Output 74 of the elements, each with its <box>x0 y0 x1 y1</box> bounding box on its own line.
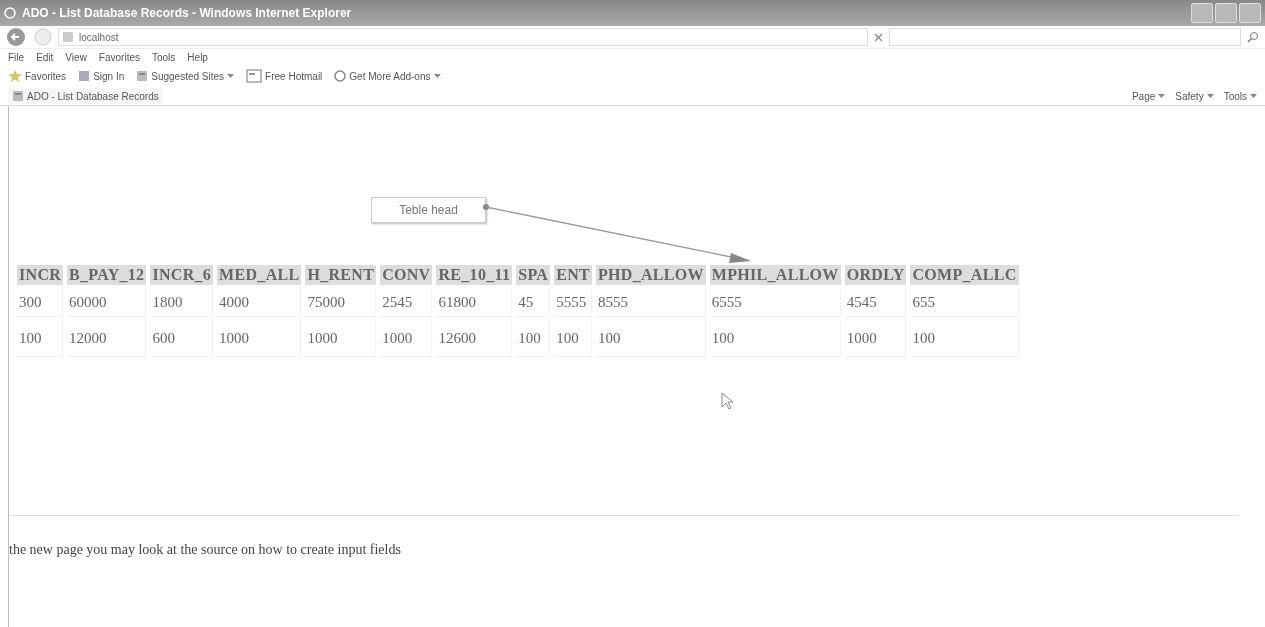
favorites-item[interactable]: Suggested Sites <box>136 70 235 82</box>
menu-item[interactable]: Help <box>187 51 208 63</box>
menu-item[interactable]: Tools <box>152 51 176 63</box>
page-icon <box>12 90 24 102</box>
table-cell: 1000 <box>305 320 377 357</box>
table-cell: 100 <box>554 320 592 357</box>
page-icon <box>63 32 73 42</box>
table-cell: 45 <box>516 288 551 317</box>
cursor-icon <box>721 392 733 410</box>
caret-icon <box>1250 94 1257 98</box>
page-icon <box>246 69 263 83</box>
table-cell: 1800 <box>150 288 214 317</box>
table-cell: 300 <box>17 288 64 317</box>
column-header: ENT <box>554 265 592 285</box>
table-cell: 100 <box>516 320 551 357</box>
table-cell: 60000 <box>67 288 147 317</box>
column-header: SPA <box>516 265 551 285</box>
column-header: MED_ALL <box>217 265 302 285</box>
table-cell: 1000 <box>844 320 907 357</box>
menu-item[interactable]: View <box>65 51 87 63</box>
callout-label: Teble head <box>371 197 486 223</box>
address-field[interactable]: localhost <box>58 28 868 46</box>
table-cell: 1000 <box>380 320 433 357</box>
caret-icon <box>433 74 441 78</box>
table-cell: 2545 <box>380 288 433 317</box>
favorites-item[interactable]: Free Hotmail <box>246 69 323 83</box>
table-cell: 5555 <box>554 288 592 317</box>
command-menu[interactable]: Safety <box>1175 90 1214 102</box>
caret-icon <box>1158 94 1166 98</box>
page-text: the new page you may look at the source on how to create input fields <box>9 542 401 558</box>
search-field[interactable] <box>889 28 1241 46</box>
table-cell: 12000 <box>67 320 147 357</box>
favorites-item[interactable]: Favorites <box>8 70 67 82</box>
table-cell: 655 <box>910 288 1019 317</box>
table-cell: 100 <box>595 320 706 357</box>
table-cell: 600 <box>150 320 214 357</box>
menu-item[interactable]: File <box>8 51 25 63</box>
command-menu[interactable]: Tools <box>1223 90 1257 102</box>
table-cell: 6555 <box>709 288 841 317</box>
favorites-item[interactable]: Get More Add-ons <box>334 70 441 82</box>
column-header: B_PAY_12 <box>67 265 147 285</box>
table-cell: 1000 <box>217 320 302 357</box>
column-header: ORDLY <box>844 265 907 285</box>
table-cell: 4545 <box>844 288 907 317</box>
column-header: INCR <box>17 265 64 285</box>
column-header: INCR_6 <box>150 265 214 285</box>
browser-tab[interactable]: ADO - List Database Records <box>8 88 163 104</box>
table-cell: 61800 <box>436 288 513 317</box>
column-header: PHD_ALLOW <box>595 265 706 285</box>
menu-item[interactable]: Favorites <box>98 51 140 63</box>
forward-icon[interactable] <box>34 28 52 46</box>
menu-item[interactable]: Edit <box>36 51 54 63</box>
favorites-item[interactable]: Sign In <box>78 70 125 82</box>
stop-icon[interactable] <box>874 32 883 42</box>
column-header: H_RENT <box>305 265 377 285</box>
table-cell: 100 <box>910 320 1019 357</box>
table-cell: 12600 <box>436 320 513 357</box>
column-header: CONV <box>380 265 433 285</box>
star-icon <box>8 70 22 82</box>
table-cell: 4000 <box>217 288 302 317</box>
back-icon[interactable] <box>6 27 28 47</box>
page-icon <box>136 70 149 82</box>
table-cell: 8555 <box>595 288 706 317</box>
window-title: ADO - List Database Records - Windows Internet Explorer <box>22 6 353 20</box>
column-header: RE_10_11 <box>436 265 513 285</box>
command-menu[interactable]: Page <box>1131 90 1166 102</box>
table-cell: 75000 <box>305 288 377 317</box>
table-cell: 100 <box>17 320 64 357</box>
column-header: MPHIL_ALLOW <box>709 265 841 285</box>
caret-icon <box>227 74 235 78</box>
caret-icon <box>1206 94 1214 98</box>
search-icon[interactable] <box>1247 31 1259 43</box>
table-cell: 100 <box>709 320 841 357</box>
column-header: COMP_ALLC <box>910 265 1019 285</box>
